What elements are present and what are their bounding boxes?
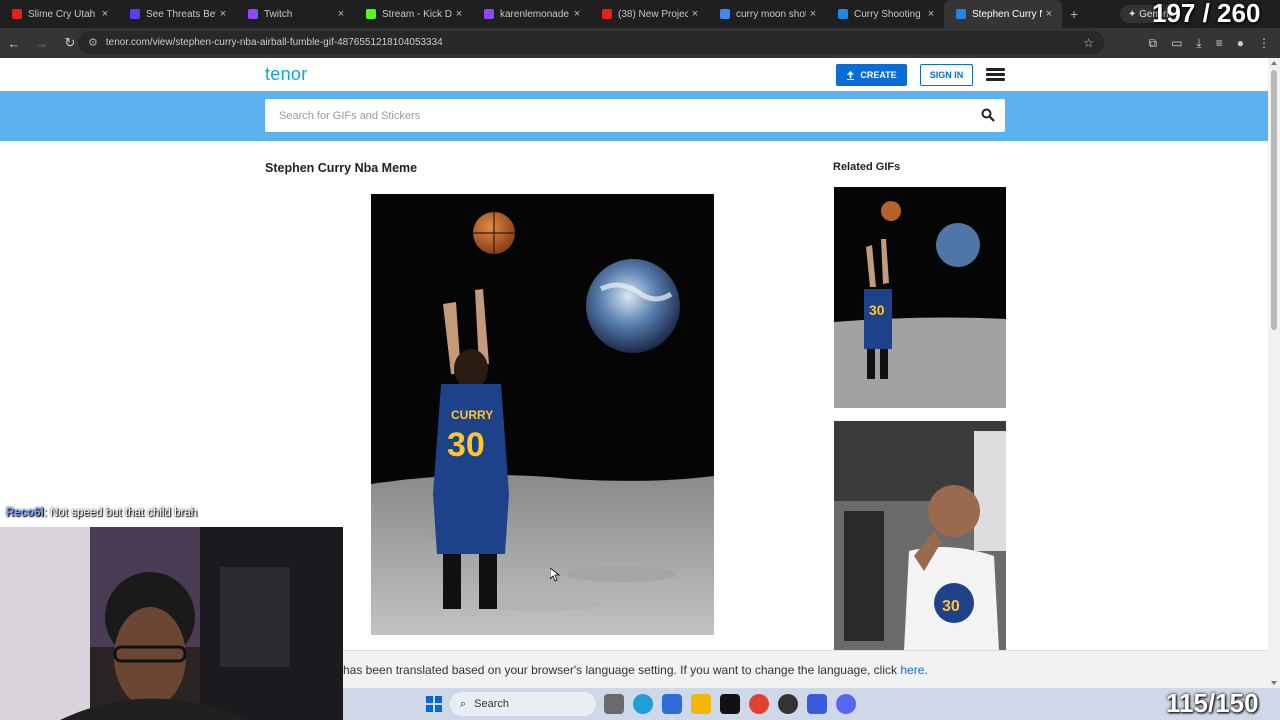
browser-tab[interactable]: Twitch × [236,0,354,28]
tab-close-icon[interactable]: × [98,8,112,20]
reading-list-icon[interactable]: ≡ [1216,36,1223,50]
tab-strip: Slime Cry Utah Vlo×See Threats Before×Tw… [0,0,1280,28]
obs-icon[interactable] [778,694,798,714]
streamer-webcam [0,527,343,720]
related-gif-thumbnail[interactable]: 30 [834,187,1006,408]
windows-start-icon[interactable] [426,696,442,712]
profile-avatar-icon[interactable]: ● [1237,36,1244,50]
tab-close-icon[interactable]: × [1042,8,1056,20]
translation-link[interactable]: here [900,663,924,677]
svg-text:30: 30 [447,426,485,464]
tab-title: curry moon shot - G [736,8,806,20]
discord-icon[interactable] [836,694,856,714]
browser-tab[interactable]: Slime Cry Utah Vlo× [0,0,118,28]
scroll-down-arrow-icon[interactable] [1271,681,1277,685]
browser-tab[interactable]: Curry Shooting GIF× [826,0,944,28]
tab-favicon-icon [602,9,612,19]
hamburger-menu-icon[interactable] [986,68,1005,82]
svg-text:30: 30 [869,302,885,318]
store-icon[interactable] [662,694,682,714]
download-icon[interactable]: ⤓ [1196,36,1201,51]
tab-title: Slime Cry Utah Vlo [28,8,98,20]
svg-text:30: 30 [942,598,960,615]
browser-tab[interactable]: curry moon shot - G× [708,0,826,28]
tab-title: (38) New Projec [618,8,688,20]
browser-tab[interactable]: karenlemonade - Tw× [472,0,590,28]
svg-text:CURRY: CURRY [451,408,493,422]
tab-close-icon[interactable]: × [806,8,820,20]
tab-title: Twitch [264,8,293,20]
chat-overlay: Reco6l: Not speed but that child brah [6,507,197,519]
tab-close-icon[interactable]: × [216,8,230,20]
back-icon[interactable]: ← [0,36,28,51]
tab-close-icon[interactable]: × [334,8,348,20]
tab-favicon-icon [720,9,730,19]
create-label: CREATE [860,70,897,80]
forward-icon[interactable]: → [28,36,56,51]
gif-search-input[interactable]: Search for GIFs and Stickers [265,99,1005,132]
url-text: tenor.com/view/stephen-curry-nba-airball… [105,37,443,48]
tab-favicon-icon [838,9,848,19]
tab-title: karenlemonade - Tw [500,8,570,20]
scrollbar-thumb[interactable] [1271,70,1277,330]
cast-icon[interactable]: ▭ [1171,36,1182,50]
stream-counter-top: 197 / 260 [1152,0,1261,28]
extensions-icon[interactable]: ⧉ [1149,36,1158,51]
tab-favicon-icon [248,9,258,19]
stream-counter-bottom: 115/150 [1166,688,1259,718]
tenor-logo[interactable]: tenor [265,64,308,85]
browser-menu-icon[interactable]: ⋮ [1258,36,1270,50]
task-view-icon[interactable] [604,694,624,714]
tiktok-icon[interactable] [720,694,740,714]
tab-favicon-icon [366,9,376,19]
main-gif-image[interactable]: CURRY 30 [371,194,714,635]
tab-favicon-icon [130,9,140,19]
taskbar-search[interactable]: ⌕ Search [450,692,596,716]
tab-close-icon[interactable]: × [688,8,702,20]
site-info-icon[interactable]: ⚙ [88,36,98,49]
create-button[interactable]: CREATE [836,64,907,86]
tab-close-icon[interactable]: × [452,8,466,20]
chrome-icon[interactable] [749,694,769,714]
page-scrollbar[interactable] [1268,58,1280,688]
mouse-cursor-icon [550,568,560,582]
edge-icon[interactable] [633,694,653,714]
browser-toolbar: ← → ↻ ⚙ tenor.com/view/stephen-curry-nba… [0,28,1280,58]
upload-icon [847,70,855,80]
taskbar-search-icon: ⌕ [460,697,467,710]
tab-title: Stream - Kick Dash [382,8,452,20]
browser-tab[interactable]: Stephen Curry Nba× [944,0,1062,28]
translation-message: has been translated based on your browse… [343,663,928,677]
search-placeholder: Search for GIFs and Stickers [279,109,421,122]
chat-username: Reco6l [6,507,44,519]
browser-tab[interactable]: Stream - Kick Dash× [354,0,472,28]
search-band: Search for GIFs and Stickers [0,91,1268,141]
tab-favicon-icon [956,9,966,19]
gif-title: Stephen Curry Nba Meme [265,161,418,175]
related-gif-thumbnail[interactable]: 30 [834,421,1006,651]
tab-close-icon[interactable]: × [924,8,938,20]
tenor-header: tenor CREATE SIGN IN [0,58,1268,91]
taskbar-search-label: Search [474,698,510,710]
tab-title: See Threats Before [146,8,216,20]
chat-message: : Not speed but that child brah [43,507,198,519]
new-tab-button[interactable]: + [1070,6,1078,22]
browser-tab[interactable]: See Threats Before× [118,0,236,28]
bookmark-star-icon[interactable]: ☆ [1083,36,1094,50]
address-bar[interactable]: ⚙ tenor.com/view/stephen-curry-nba-airba… [78,31,1104,54]
browser-tab[interactable]: (38) New Projec × [590,0,708,28]
translation-text: has been translated based on your browse… [343,663,897,677]
tab-close-icon[interactable]: × [570,8,584,20]
sign-in-button[interactable]: SIGN IN [920,64,973,86]
tab-title: Curry Shooting GIF [854,8,924,20]
search-icon[interactable] [981,108,995,122]
app-icon[interactable] [807,694,827,714]
file-explorer-icon[interactable] [691,694,711,714]
scroll-up-arrow-icon[interactable] [1271,61,1277,65]
related-gifs-title: Related GIFs [833,161,901,173]
translation-end: . [924,663,928,677]
tab-favicon-icon [484,9,494,19]
tab-title: Stephen Curry Nba [972,8,1042,20]
tab-favicon-icon [12,9,22,19]
